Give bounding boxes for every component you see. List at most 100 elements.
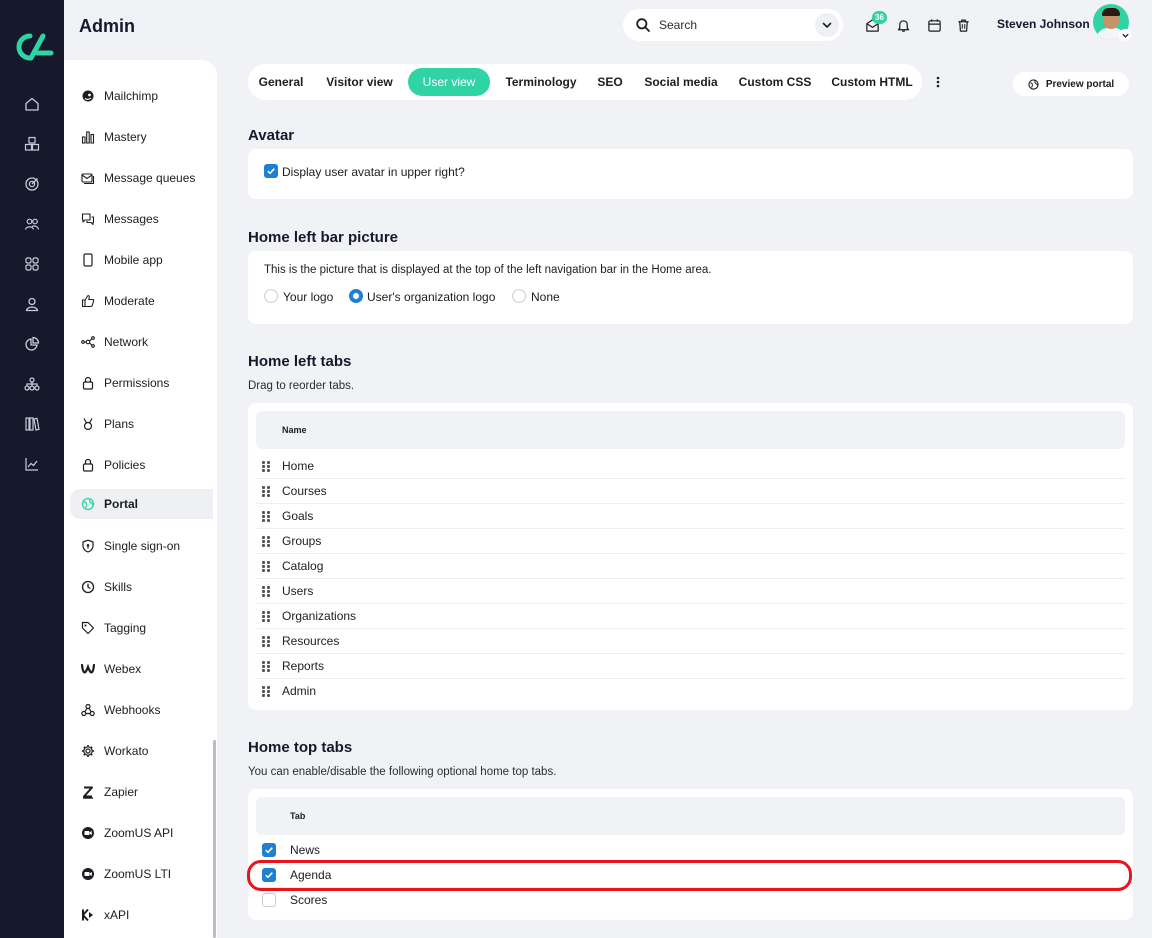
table-row[interactable]: Home [256,454,1125,479]
menu-item-plans[interactable]: Plans [80,409,213,439]
search-input[interactable]: Search [659,18,697,32]
tab-user-view[interactable]: User view [408,68,490,96]
menu-item-moderate[interactable]: Moderate [80,286,213,316]
table-row[interactable]: Catalog [256,554,1125,579]
bell-icon[interactable] [894,16,912,34]
menu-item-webex[interactable]: Webex [80,654,213,684]
target-icon[interactable] [21,173,43,195]
radio-your-logo[interactable] [264,289,278,303]
menu-item-skills[interactable]: Skills [80,572,213,602]
thumbs-up-icon [80,293,96,309]
trash-icon[interactable] [954,16,972,34]
menu-item-tagging[interactable]: Tagging [80,613,213,643]
drag-handle-icon[interactable] [262,636,270,647]
people-icon[interactable] [21,213,43,235]
menu-item-xapi[interactable]: xAPI [80,900,213,930]
menu-item-zoomus-api[interactable]: ZoomUS API [80,818,213,848]
display-avatar-label: Display user avatar in upper right? [282,165,465,179]
shield-icon [80,538,96,554]
user-icon[interactable] [21,293,43,315]
app-rail [0,0,64,938]
radio-organization-logo-label: User's organization logo [367,290,496,304]
clock-icon [80,579,96,595]
preview-portal-button[interactable]: Preview portal [1013,72,1129,96]
table-row[interactable]: Users [256,579,1125,604]
radio-none[interactable] [512,289,526,303]
drag-handle-icon[interactable] [262,611,270,622]
radio-your-logo-label: Your logo [283,290,334,304]
menu-item-single-sign-on[interactable]: Single sign-on [80,531,213,561]
table-row[interactable]: Goals [256,504,1125,529]
network-icon [80,334,96,350]
tab-custom-html[interactable]: Custom HTML [826,68,918,96]
org-chart-icon[interactable] [21,373,43,395]
home-top-tabs-table: Tab News Agenda Scores [248,789,1133,920]
scores-checkbox[interactable] [262,893,276,907]
tag-icon [80,620,96,636]
brand-logo-icon[interactable] [10,30,54,64]
drag-handle-icon[interactable] [262,536,270,547]
drag-handle-icon[interactable] [262,661,270,672]
drag-handle-icon[interactable] [262,561,270,572]
user-name[interactable]: Steven Johnson [997,17,1090,31]
home-left-tabs-subtitle: Drag to reorder tabs. [248,380,355,392]
pie-chart-icon[interactable] [21,333,43,355]
table-row[interactable]: Courses [256,479,1125,504]
menu-item-network[interactable]: Network [80,327,213,357]
cubes-icon[interactable] [21,133,43,155]
mailchimp-icon [80,88,96,104]
menu-item-mailchimp[interactable]: Mailchimp [80,81,213,111]
menu-item-permissions[interactable]: Permissions [80,368,213,398]
menu-item-messages[interactable]: Messages [80,204,213,234]
table-row[interactable]: Admin [256,679,1125,704]
chevron-down-icon[interactable] [1119,29,1131,41]
mobile-icon [80,252,96,268]
chat-bubbles-icon [80,211,96,227]
drag-handle-icon[interactable] [262,686,270,697]
tab-seo[interactable]: SEO [593,68,627,96]
menu-item-mobile-app[interactable]: Mobile app [80,245,213,275]
tab-custom-css[interactable]: Custom CSS [735,68,815,96]
menu-item-message-queues[interactable]: Message queues [80,163,213,193]
menu-item-webhooks[interactable]: Webhooks [80,695,213,725]
table-row[interactable]: Groups [256,529,1125,554]
news-checkbox[interactable] [262,843,276,857]
drag-handle-icon[interactable] [262,486,270,497]
home-top-tabs-title: Home top tabs [248,739,353,756]
gear-icon [80,743,96,759]
drag-handle-icon[interactable] [262,511,270,522]
radio-organization-logo[interactable] [349,289,363,303]
home-top-tabs-subtitle: You can enable/disable the following opt… [248,766,557,778]
radio-none-label: None [531,290,560,304]
chevron-down-icon[interactable] [815,13,839,37]
menu-item-portal[interactable]: Portal [70,489,213,519]
grid-icon[interactable] [21,253,43,275]
avatar-card: Display user avatar in upper right? [248,149,1133,199]
home-left-tabs-table: Name Home Courses Goals Groups Catalog U… [248,403,1133,710]
drag-handle-icon[interactable] [262,586,270,597]
search-box[interactable]: Search [623,9,843,41]
tab-general[interactable]: General [254,68,308,96]
menu-item-workato[interactable]: Workato [80,736,213,766]
line-chart-icon[interactable] [21,453,43,475]
home-icon[interactable] [21,93,43,115]
menu-item-zapier[interactable]: Zapier [80,777,213,807]
menu-item-policies[interactable]: Policies [80,450,213,480]
medal-icon [80,416,96,432]
drag-handle-icon[interactable] [262,461,270,472]
menu-scrollbar[interactable] [213,740,216,938]
menu-item-zoomus-lti[interactable]: ZoomUS LTI [80,859,213,889]
globe-icon [1028,78,1039,90]
table-row[interactable]: Resources [256,629,1125,654]
display-avatar-checkbox[interactable] [264,164,278,178]
tab-visitor-view[interactable]: Visitor view [318,68,401,96]
tab-terminology[interactable]: Terminology [500,68,582,96]
table-row[interactable]: Reports [256,654,1125,679]
tab-social-media[interactable]: Social media [638,68,724,96]
calendar-icon[interactable] [925,16,943,34]
menu-item-mastery[interactable]: Mastery [80,122,213,152]
more-options-icon[interactable] [931,72,945,92]
library-icon[interactable] [21,413,43,435]
settings-tabs: General Visitor view User view Terminolo… [248,64,922,100]
table-row[interactable]: Organizations [256,604,1125,629]
